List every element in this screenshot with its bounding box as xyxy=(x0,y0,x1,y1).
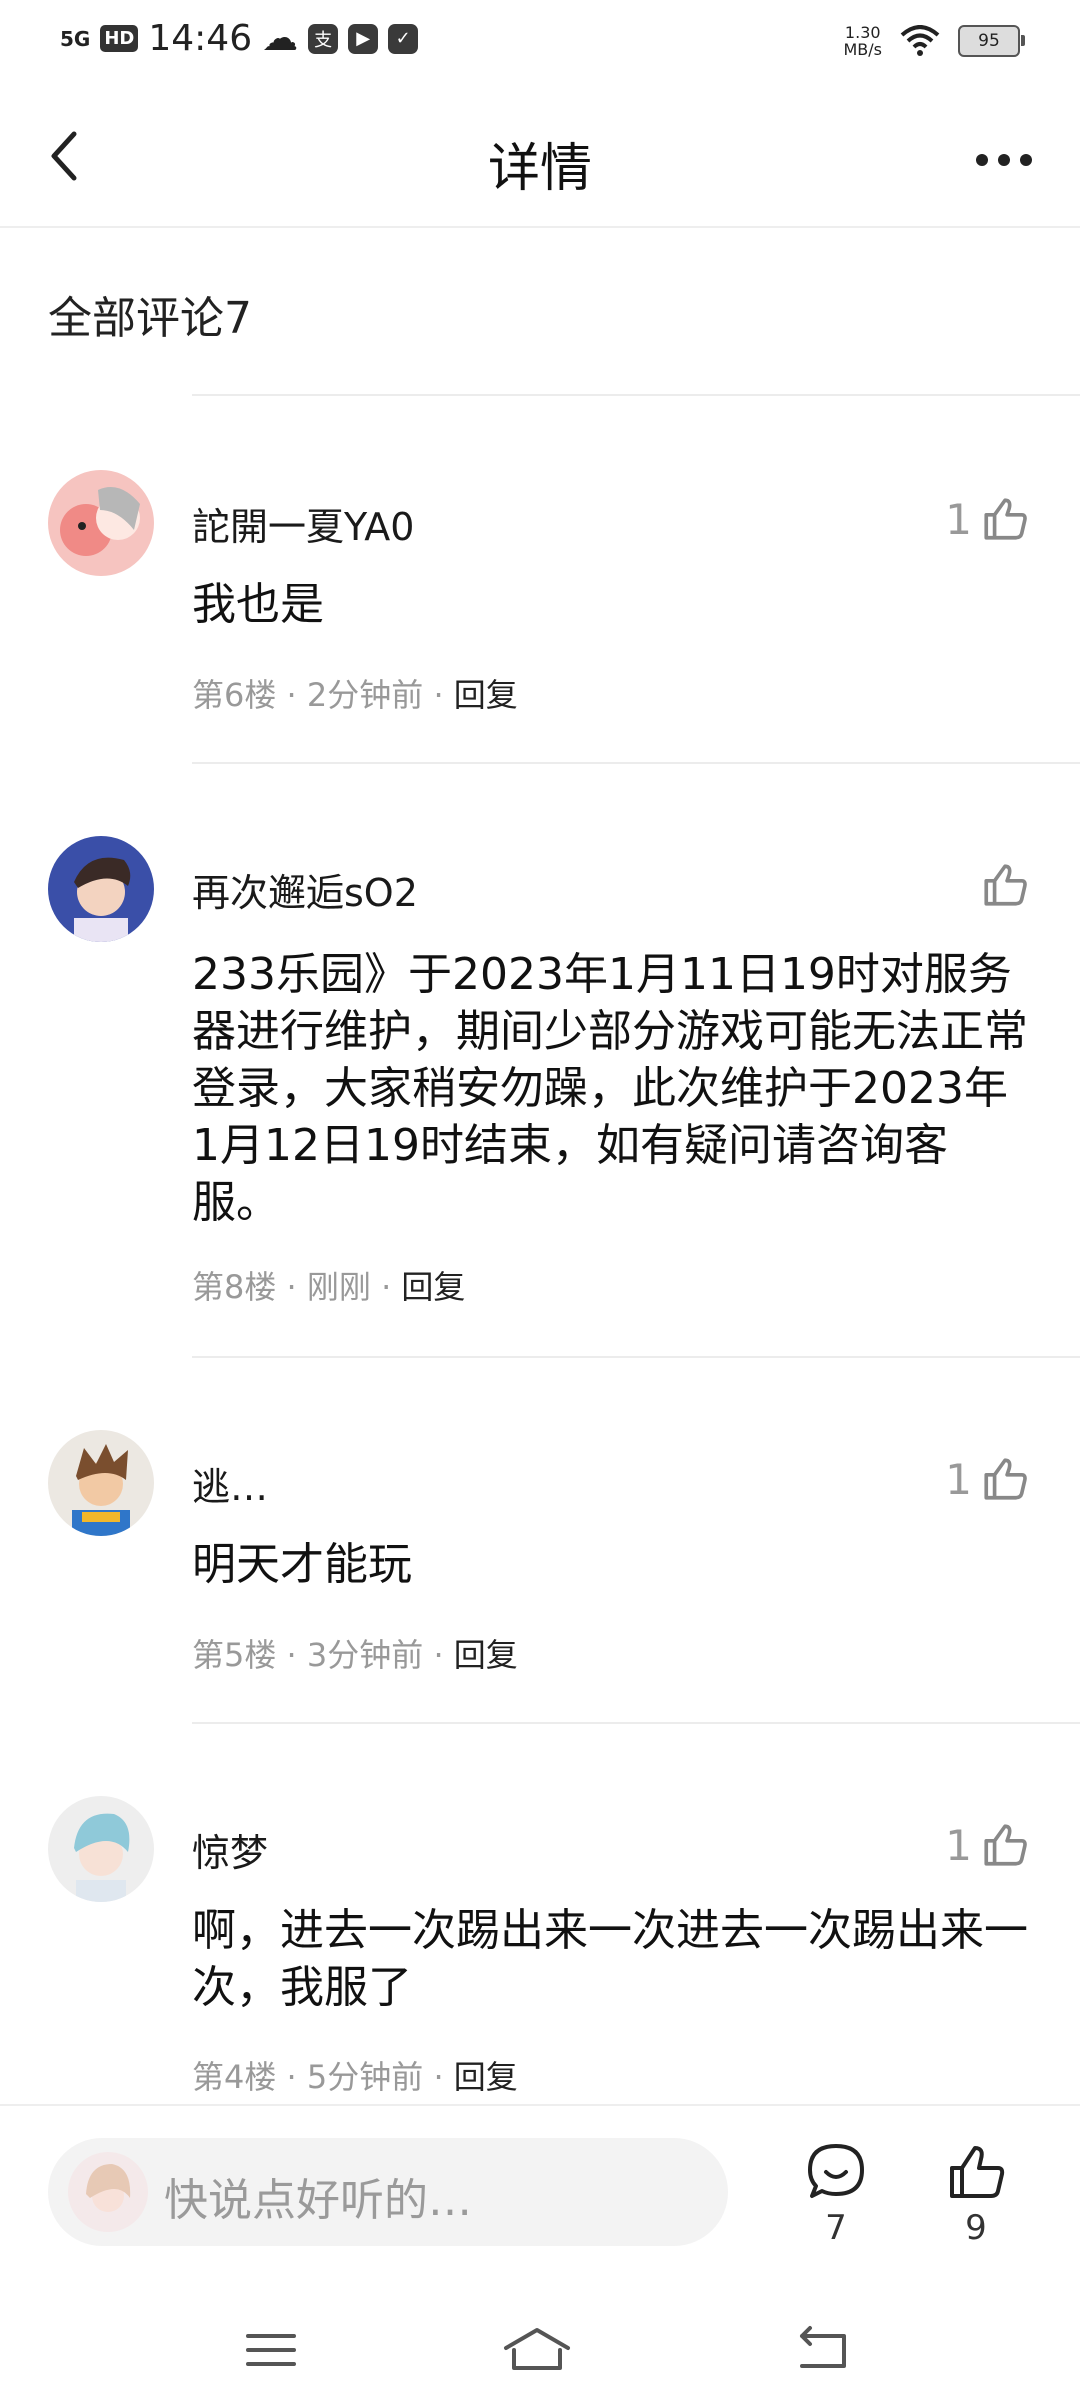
hd-badge: HD xyxy=(100,25,139,52)
like-button[interactable]: 1 xyxy=(945,1820,1030,1870)
like-post-button[interactable]: 9 xyxy=(936,2140,1016,2248)
comment-meta: 第8楼 · 刚刚 · 回复 xyxy=(192,1268,466,1306)
avatar[interactable] xyxy=(48,1796,154,1902)
dot-icon xyxy=(976,154,988,166)
system-navigation-bar xyxy=(0,2290,1080,2408)
floor-label: 第4楼 xyxy=(192,2058,277,2096)
comment-input-placeholder: 快说点好听的… xyxy=(164,2175,472,2226)
home-icon[interactable] xyxy=(502,2320,572,2380)
avatar[interactable] xyxy=(48,836,154,942)
app-notification-icon-2: ✓ xyxy=(388,23,419,54)
floor-label: 第6楼 xyxy=(192,676,277,714)
comment-input-bar: 快说点好听的… 7 9 xyxy=(0,2104,1080,2266)
avatar[interactable] xyxy=(48,470,154,576)
divider xyxy=(192,1722,1080,1724)
timestamp: 3分钟前 xyxy=(306,1636,424,1674)
comment-count: 7 xyxy=(825,2208,847,2248)
like-button[interactable]: 1 xyxy=(945,1454,1030,1504)
comment-content: 233乐园》于2023年1月11日19时对服务器进行维护，期间少部分游戏可能无法… xyxy=(192,949,1028,1228)
status-bar: 5G HD 14:46 ☁ 支 ▶ ✓ 1.30 MB/s 95 xyxy=(0,0,1080,80)
battery-indicator: 95 xyxy=(958,25,1025,57)
app-notification-icon: 支 xyxy=(308,23,339,54)
comment-content: 我也是 xyxy=(192,579,324,630)
avatar[interactable] xyxy=(48,1430,154,1536)
dot-icon xyxy=(1020,154,1032,166)
timestamp: 刚刚 xyxy=(306,1268,371,1306)
thumbs-up-icon xyxy=(984,864,1027,906)
dot-icon xyxy=(998,154,1010,166)
more-options-button[interactable] xyxy=(964,130,1044,190)
signal-indicator: 5G xyxy=(60,26,91,51)
timestamp: 2分钟前 xyxy=(306,676,424,714)
page-header: 详情 xyxy=(0,90,1080,228)
status-time: 14:46 xyxy=(148,18,253,59)
comment-username[interactable]: 詑開一夏YA0 xyxy=(192,496,414,551)
reply-button[interactable]: 回复 xyxy=(454,1636,518,1674)
like-count: 1 xyxy=(945,1454,972,1504)
page-title: 详情 xyxy=(487,139,592,199)
divider xyxy=(192,762,1080,764)
comment-input[interactable]: 快说点好听的… xyxy=(48,2138,728,2246)
reply-button[interactable]: 回复 xyxy=(454,676,518,714)
like-button[interactable] xyxy=(972,860,1030,910)
comment-username[interactable]: 再次邂逅sO2 xyxy=(192,862,418,917)
thumbs-up-icon xyxy=(984,498,1027,540)
back-nav-icon[interactable] xyxy=(788,2320,858,2380)
cloud-icon: ☁ xyxy=(262,18,299,59)
comment-meta: 第5楼 · 3分钟前 · 回复 xyxy=(192,1636,518,1674)
divider xyxy=(192,394,1080,396)
floor-label: 第5楼 xyxy=(192,1636,277,1674)
thumbs-up-icon xyxy=(984,1458,1027,1500)
like-count: 9 xyxy=(965,2208,987,2248)
menu-icon[interactable] xyxy=(236,2320,306,2380)
comment-content: 明天才能玩 xyxy=(192,1539,412,1590)
divider xyxy=(192,1356,1080,1358)
like-count: 1 xyxy=(945,1820,972,1870)
comment-content: 啊，进去一次踢出来一次进去一次踢出来一次，我服了 xyxy=(192,1905,1028,2013)
like-count: 1 xyxy=(945,494,972,544)
floor-label: 第8楼 xyxy=(192,1268,277,1306)
comments-heading: 全部评论7 xyxy=(48,293,252,344)
comment-meta: 第6楼 · 2分钟前 · 回复 xyxy=(192,676,518,714)
comment-meta: 第4楼 · 5分钟前 · 回复 xyxy=(192,2058,518,2096)
thumbs-up-icon xyxy=(950,2146,1005,2198)
network-speed: 1.30 MB/s xyxy=(843,23,882,59)
user-avatar xyxy=(68,2152,148,2232)
like-button[interactable]: 1 xyxy=(945,494,1030,544)
wifi-icon xyxy=(900,25,940,56)
reply-button[interactable]: 回复 xyxy=(454,2058,518,2096)
comments-button[interactable]: 7 xyxy=(796,2140,876,2248)
video-notification-icon: ▶ xyxy=(348,23,379,54)
thumbs-up-icon xyxy=(984,1824,1027,1866)
reply-button[interactable]: 回复 xyxy=(401,1268,465,1306)
comment-username[interactable]: 惊梦 xyxy=(192,1822,268,1877)
comment-username[interactable]: 逃… xyxy=(192,1456,268,1511)
timestamp: 5分钟前 xyxy=(306,2058,424,2096)
comment-bubble-icon xyxy=(808,2144,864,2198)
